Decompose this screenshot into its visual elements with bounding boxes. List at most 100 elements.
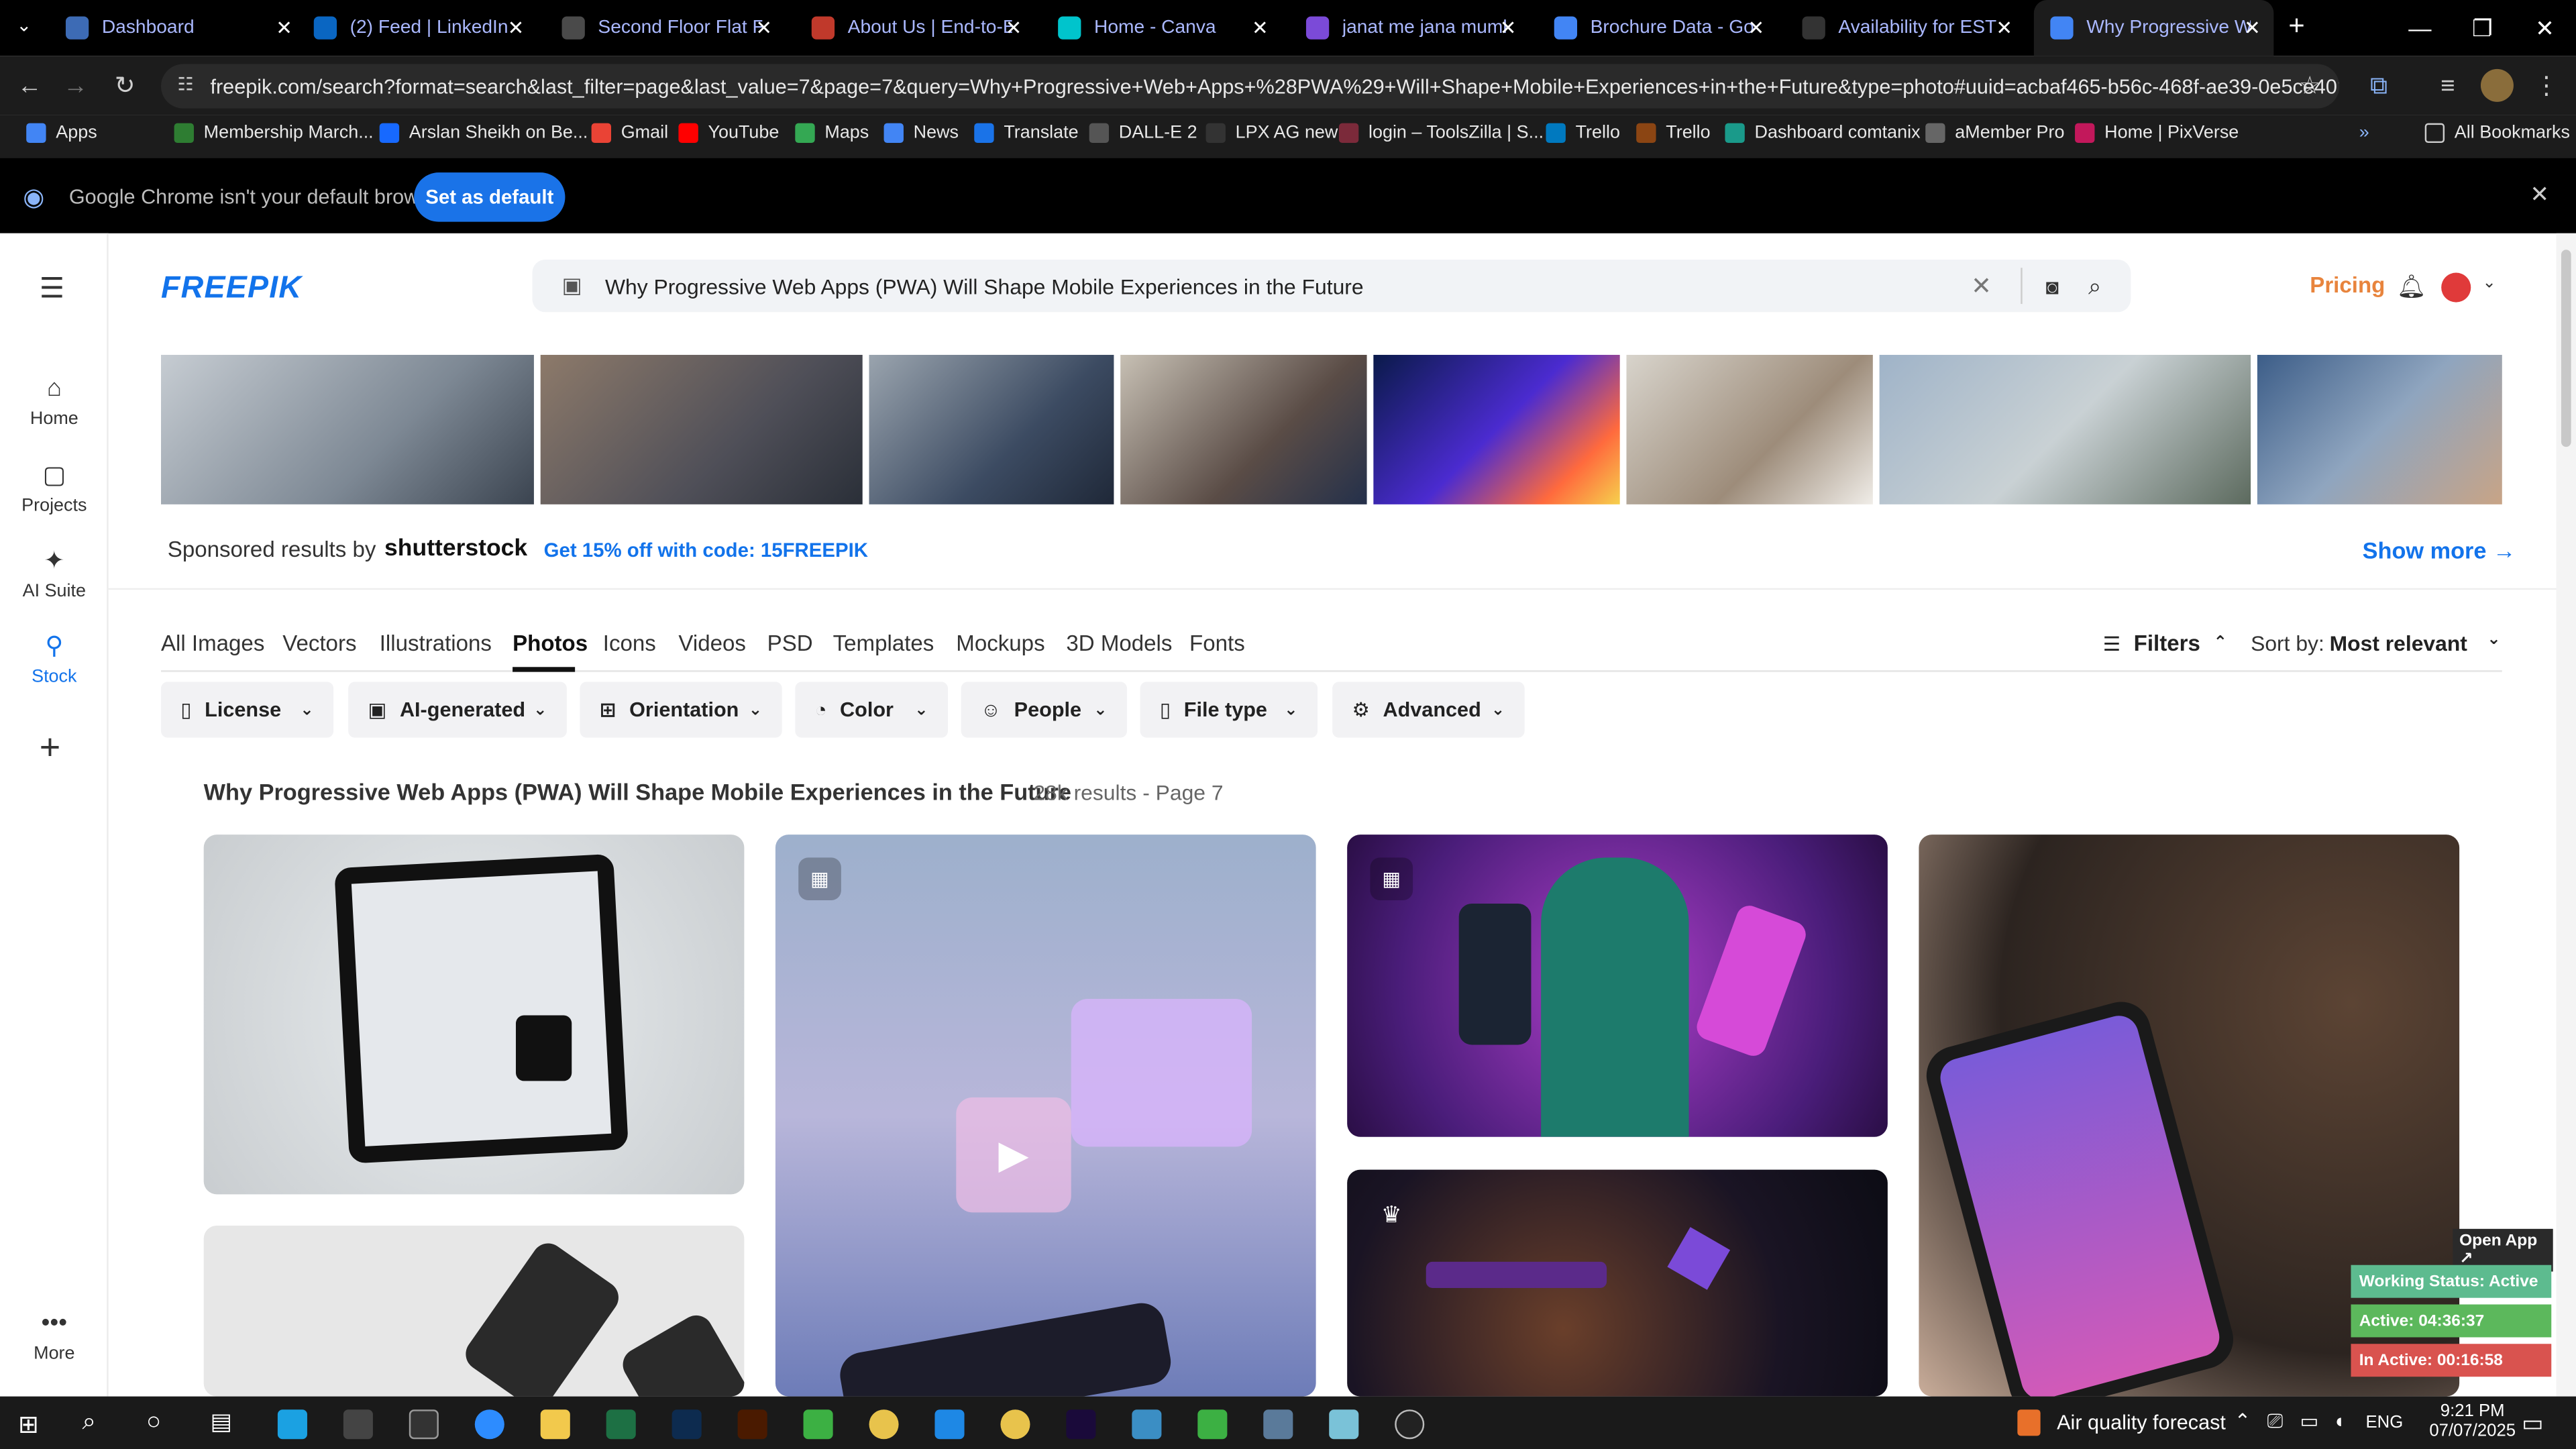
bookmark-star-icon[interactable]: ☆ bbox=[2294, 69, 2326, 102]
result-image-card[interactable]: ♛ bbox=[1347, 1169, 1888, 1397]
sponsored-image[interactable] bbox=[869, 354, 1114, 504]
tab-photos[interactable]: Photos bbox=[513, 631, 588, 655]
wifi-icon[interactable]: ▭ bbox=[2300, 1409, 2319, 1432]
bookmarks-overflow-icon[interactable]: » bbox=[2359, 123, 2369, 143]
edge-icon[interactable] bbox=[277, 1409, 307, 1440]
bookmark-item[interactable]: Trello bbox=[1636, 123, 1711, 144]
pricing-link[interactable]: Pricing bbox=[2310, 273, 2385, 298]
bookmark-item[interactable]: aMember Pro bbox=[1925, 123, 2064, 144]
sponsored-image[interactable] bbox=[161, 354, 534, 504]
filter-advanced[interactable]: ⚙ Advanced ⌄ bbox=[1332, 682, 1525, 738]
network-icon[interactable]: ⎚ bbox=[2267, 1409, 2284, 1434]
filter-file-type[interactable]: ▯ File type ⌄ bbox=[1140, 682, 1318, 738]
chrome-menu-icon[interactable]: ⋮ bbox=[2530, 69, 2563, 102]
volume-icon[interactable]: ◖ bbox=[2333, 1409, 2345, 1432]
filter-color[interactable]: ◔ Color ⌄ bbox=[795, 682, 949, 738]
close-window-button[interactable]: ✕ bbox=[2514, 0, 2576, 56]
filter-orientation[interactable]: ⊞ Orientation ⌄ bbox=[580, 682, 782, 738]
bookmark-item[interactable]: Maps bbox=[795, 123, 869, 144]
vscode-icon[interactable] bbox=[934, 1409, 965, 1440]
sponsored-image[interactable] bbox=[1373, 354, 1620, 504]
site-info-icon[interactable]: ☷ bbox=[177, 74, 193, 95]
rail-item-home[interactable]: ⌂ Home bbox=[0, 374, 109, 429]
result-image-card[interactable] bbox=[203, 1225, 745, 1397]
rail-item-projects[interactable]: ▢ Projects bbox=[0, 460, 109, 516]
windows-start-icon[interactable]: ⊞ bbox=[18, 1409, 39, 1440]
weather-text[interactable]: Air quality forecast bbox=[2057, 1411, 2226, 1434]
rail-item-more[interactable]: ••• More bbox=[0, 1309, 109, 1364]
back-icon[interactable]: ← bbox=[13, 69, 46, 102]
filter-people[interactable]: ☺ People ⌄ bbox=[961, 682, 1128, 738]
filters-toggle[interactable]: ☰ Filters ⌃ bbox=[2103, 631, 2227, 655]
forward-icon[interactable]: → bbox=[59, 69, 92, 102]
restore-button[interactable]: ❐ bbox=[2451, 0, 2514, 56]
tab-close-icon[interactable]: ✕ bbox=[1748, 16, 1765, 39]
rail-item-stock[interactable]: ⚲ Stock bbox=[0, 631, 109, 687]
minimize-button[interactable]: — bbox=[2389, 0, 2451, 56]
bookmark-item[interactable]: Trello bbox=[1546, 123, 1620, 144]
promo-code-text[interactable]: Get 15% off with code: 15FREEPIK bbox=[544, 539, 868, 561]
pen-tool-icon[interactable] bbox=[343, 1409, 373, 1440]
sponsored-image[interactable] bbox=[1626, 354, 1873, 504]
app-light-icon[interactable] bbox=[1329, 1409, 1359, 1440]
premiere-icon[interactable] bbox=[1066, 1409, 1096, 1440]
sponsored-image[interactable] bbox=[2257, 354, 2502, 504]
tab-close-icon[interactable]: ✕ bbox=[1252, 16, 1269, 39]
notifications-bell-icon[interactable]: 🔔︎ bbox=[2397, 273, 2426, 301]
clear-search-icon[interactable]: ✕ bbox=[1971, 271, 1992, 301]
shutterstock-logo[interactable]: shutterstock bbox=[384, 535, 527, 561]
app-green-icon-2[interactable] bbox=[1197, 1409, 1228, 1440]
illustrator-icon[interactable] bbox=[737, 1409, 767, 1440]
tab-vectors[interactable]: Vectors bbox=[282, 631, 356, 655]
bookmark-item[interactable]: YouTube bbox=[678, 123, 779, 144]
profile-avatar[interactable] bbox=[2480, 68, 2514, 102]
tab-close-icon[interactable]: ✕ bbox=[2244, 16, 2261, 39]
bookmark-item[interactable]: Home | PixVerse bbox=[2075, 123, 2239, 144]
result-image-card[interactable] bbox=[203, 835, 745, 1195]
notifications-icon[interactable]: ▭ bbox=[2522, 1409, 2543, 1438]
extensions-icon[interactable]: ⧉ bbox=[2363, 69, 2396, 102]
browser-tab[interactable]: Availability for EST sh✕ bbox=[1786, 0, 2026, 56]
chrome-active-icon[interactable] bbox=[1000, 1409, 1030, 1440]
taskbar-search-icon[interactable]: ⌕ bbox=[82, 1408, 96, 1436]
bookmark-item[interactable]: News bbox=[883, 123, 959, 144]
excel-icon[interactable] bbox=[606, 1409, 636, 1440]
result-image-card[interactable]: ▦ bbox=[1347, 835, 1888, 1137]
browser-tab[interactable]: About Us | End-to-En ✕ bbox=[795, 0, 1035, 56]
filter-ai-generated[interactable]: ▣ AI-generated ⌄ bbox=[348, 682, 567, 738]
tab-3d-models[interactable]: 3D Models bbox=[1066, 631, 1172, 655]
browser-tab[interactable]: Why Progressive We ✕ bbox=[2033, 0, 2274, 56]
search-icon[interactable]: ⌕ bbox=[2088, 272, 2101, 300]
freepik-logo[interactable]: FREEPIK bbox=[161, 271, 302, 307]
browser-tab[interactable]: janat me jana mumk ✕ bbox=[1289, 0, 1529, 56]
photoshop-icon[interactable] bbox=[672, 1409, 702, 1440]
chrome-icon[interactable] bbox=[869, 1409, 899, 1440]
sponsored-image[interactable] bbox=[1879, 354, 2251, 504]
terminal-icon[interactable] bbox=[409, 1409, 439, 1440]
rail-item-ai-suite[interactable]: ✦ AI Suite bbox=[0, 545, 109, 602]
zoom-icon[interactable] bbox=[474, 1409, 504, 1440]
tab-all-images[interactable]: All Images bbox=[161, 631, 264, 655]
filter-license[interactable]: ▯ License ⌄ bbox=[161, 682, 334, 738]
tab-mockups[interactable]: Mockups bbox=[956, 631, 1044, 655]
search-bar[interactable]: ▣ Why Progressive Web Apps (PWA) Will Sh… bbox=[532, 259, 2131, 313]
calculator-icon[interactable] bbox=[1263, 1409, 1293, 1440]
bookmark-item[interactable]: Apps bbox=[26, 123, 97, 144]
tab-close-icon[interactable]: ✕ bbox=[508, 16, 525, 39]
file-explorer-icon[interactable] bbox=[540, 1409, 570, 1440]
tab-close-icon[interactable]: ✕ bbox=[1500, 16, 1517, 39]
camera-search-icon[interactable]: ◙ bbox=[2046, 274, 2059, 299]
sponsored-image[interactable] bbox=[540, 354, 863, 504]
show-more-link[interactable]: Show more → bbox=[2363, 537, 2516, 564]
new-tab-button[interactable]: + bbox=[2288, 10, 2304, 43]
app-green-icon[interactable] bbox=[803, 1409, 833, 1440]
browser-tab[interactable]: (2) Feed | LinkedIn ✕ bbox=[297, 0, 537, 56]
tab-icons[interactable]: Icons bbox=[603, 631, 656, 655]
browser-tab[interactable]: Home - Canva ✕ bbox=[1042, 0, 1282, 56]
sponsored-image[interactable] bbox=[1120, 354, 1367, 504]
browser-tab[interactable]: Brochure Data - Goo ✕ bbox=[1538, 0, 1778, 56]
tab-videos[interactable]: Videos bbox=[678, 631, 746, 655]
set-as-default-button[interactable]: Set as default bbox=[414, 172, 566, 222]
bookmark-item[interactable]: DALL-E 2 bbox=[1089, 123, 1197, 144]
tab-illustrations[interactable]: Illustrations bbox=[380, 631, 492, 655]
